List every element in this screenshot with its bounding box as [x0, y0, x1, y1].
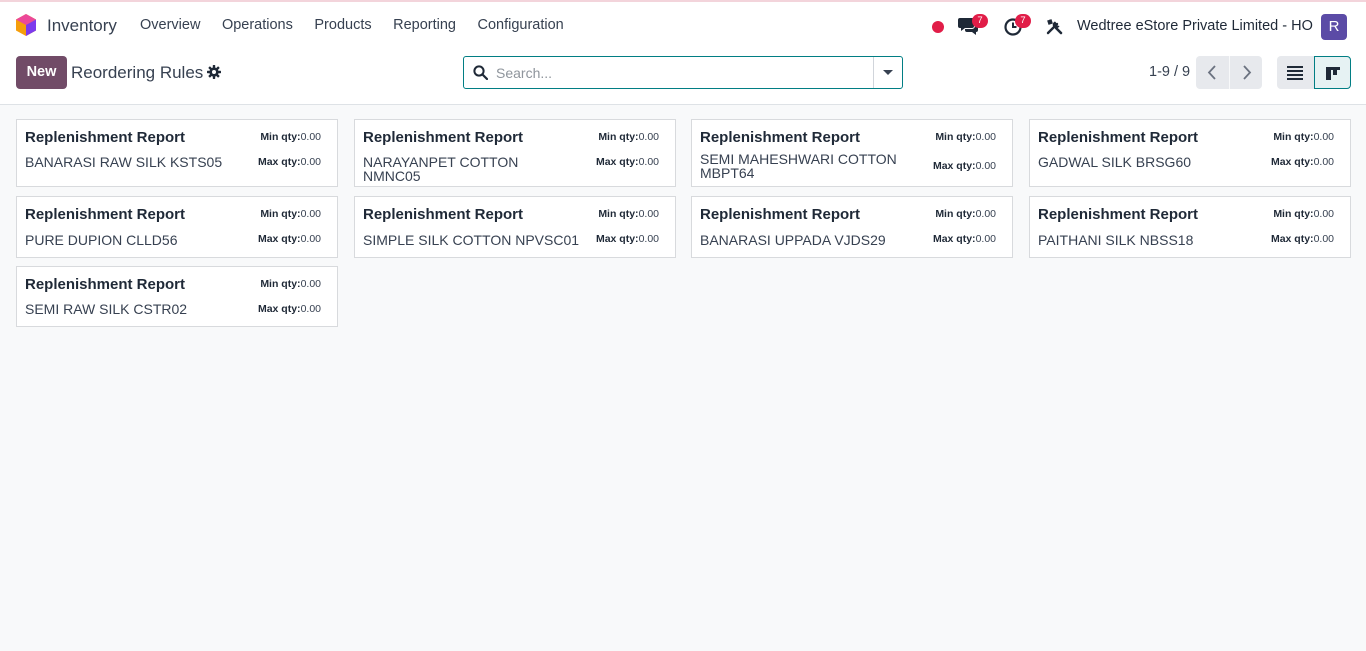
menu-operations[interactable]: Operations [222, 17, 293, 33]
card-product: GADWAL SILK BRSG60 [1038, 154, 1192, 170]
card-product: SEMI RAW SILK CSTR02 [25, 301, 188, 317]
card-product: SIMPLE SILK COTTON NPVSC01 [363, 232, 580, 248]
search-input[interactable] [496, 57, 896, 88]
kanban-card[interactable]: Replenishment Report SEMI MAHESHWARI COT… [691, 119, 1013, 187]
control-panel: New Reordering Rules 1-9 / 9 [0, 49, 1366, 105]
card-title: Replenishment Report [25, 129, 186, 146]
menu-products[interactable]: Products [314, 17, 371, 33]
card-title: Replenishment Report [700, 206, 861, 223]
menu-reporting[interactable]: Reporting [393, 17, 456, 33]
card-min-qty: Min qty:0.00 [260, 278, 321, 290]
messages-count-badge: 7 [972, 14, 988, 28]
kanban-view-icon [1326, 67, 1340, 80]
kanban-view-button[interactable] [1314, 56, 1351, 89]
card-min-qty: Min qty:0.00 [935, 208, 996, 220]
chevron-right-icon [1243, 65, 1252, 80]
new-button[interactable]: New [16, 56, 67, 89]
menu-configuration[interactable]: Configuration [477, 17, 563, 33]
card-max-qty: Max qty:0.00 [1270, 233, 1334, 245]
page-title[interactable]: Reordering Rules [71, 63, 203, 83]
chevron-left-icon [1207, 65, 1216, 80]
card-max-qty: Max qty:0.00 [595, 156, 659, 168]
kanban-card[interactable]: Replenishment Report PURE DUPION CLLD56 … [16, 196, 338, 258]
company-switcher[interactable]: Wedtree eStore Private Limited - HO [1077, 18, 1313, 34]
card-max-qty: Max qty:0.00 [595, 233, 659, 245]
list-view-button[interactable] [1277, 56, 1314, 89]
debug-tools-icon[interactable] [1046, 18, 1063, 35]
kanban-card[interactable]: Replenishment Report PAITHANI SILK NBSS1… [1029, 196, 1351, 258]
card-product: NARAYANPET COTTON NMNC05 [363, 154, 519, 184]
card-title: Replenishment Report [1038, 129, 1199, 146]
card-title: Replenishment Report [25, 206, 186, 223]
kanban-card[interactable]: Replenishment Report SEMI RAW SILK CSTR0… [16, 266, 338, 327]
search-options-toggle[interactable] [873, 57, 902, 88]
app-name[interactable]: Inventory [47, 16, 117, 36]
card-min-qty: Min qty:0.00 [260, 131, 321, 143]
card-min-qty: Min qty:0.00 [1273, 131, 1334, 143]
card-max-qty: Max qty:0.00 [1270, 156, 1334, 168]
card-min-qty: Min qty:0.00 [598, 131, 659, 143]
user-avatar[interactable]: R [1321, 14, 1347, 40]
caret-down-icon [883, 70, 893, 75]
card-max-qty: Max qty:0.00 [932, 233, 996, 245]
kanban-card[interactable]: Replenishment Report BANARASI RAW SILK K… [16, 119, 338, 187]
card-product: PURE DUPION CLLD56 [25, 232, 178, 248]
kanban-card[interactable]: Replenishment Report SIMPLE SILK COTTON … [354, 196, 676, 258]
activities-count-badge: 7 [1015, 14, 1031, 28]
kanban-card[interactable]: Replenishment Report NARAYANPET COTTON N… [354, 119, 676, 187]
main-menu: Overview Operations Products Reporting C… [140, 17, 585, 33]
card-title: Replenishment Report [700, 129, 861, 146]
gear-icon[interactable] [207, 65, 221, 79]
search-box [463, 56, 903, 89]
pager-previous-button[interactable] [1196, 56, 1229, 89]
card-title: Replenishment Report [363, 206, 524, 223]
card-title: Replenishment Report [25, 276, 186, 293]
card-min-qty: Min qty:0.00 [598, 208, 659, 220]
pager-next-button[interactable] [1229, 56, 1262, 89]
search-icon [473, 65, 488, 80]
menu-overview[interactable]: Overview [140, 17, 200, 33]
card-max-qty: Max qty:0.00 [257, 233, 321, 245]
card-max-qty: Max qty:0.00 [257, 156, 321, 168]
card-product: SEMI MAHESHWARI COTTON MBPT64 [700, 151, 897, 181]
app-logo-icon[interactable] [16, 14, 36, 36]
card-min-qty: Min qty:0.00 [1273, 208, 1334, 220]
top-navbar: Inventory Overview Operations Products R… [0, 0, 1366, 49]
card-product: BANARASI RAW SILK KSTS05 [25, 154, 223, 170]
card-max-qty: Max qty:0.00 [932, 160, 996, 172]
pager-value[interactable]: 1-9 / 9 [1149, 64, 1190, 80]
recording-indicator-icon[interactable] [932, 21, 944, 33]
card-min-qty: Min qty:0.00 [260, 208, 321, 220]
list-view-icon [1287, 66, 1303, 80]
card-product: PAITHANI SILK NBSS18 [1038, 232, 1194, 248]
card-product: BANARASI UPPADA VJDS29 [700, 232, 886, 248]
card-title: Replenishment Report [1038, 206, 1199, 223]
kanban-card[interactable]: Replenishment Report BANARASI UPPADA VJD… [691, 196, 1013, 258]
card-min-qty: Min qty:0.00 [935, 131, 996, 143]
card-max-qty: Max qty:0.00 [257, 303, 321, 315]
kanban-card[interactable]: Replenishment Report GADWAL SILK BRSG60 … [1029, 119, 1351, 187]
card-title: Replenishment Report [363, 129, 524, 146]
